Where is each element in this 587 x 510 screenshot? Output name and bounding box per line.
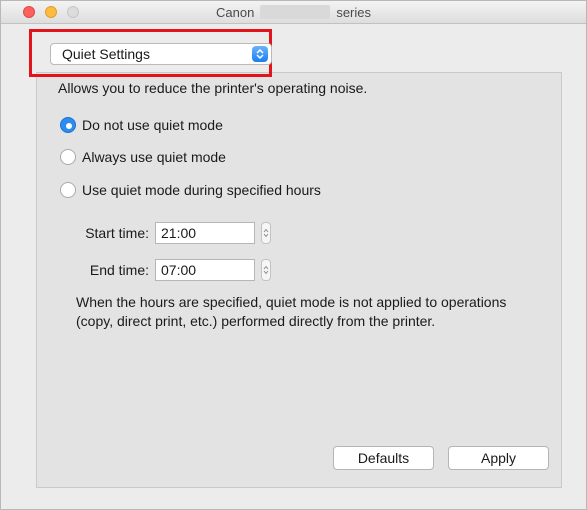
start-time-label: Start time: bbox=[85, 225, 149, 241]
end-time-stepper-icon[interactable] bbox=[261, 259, 271, 281]
radio-label: Do not use quiet mode bbox=[82, 117, 223, 133]
radio-button[interactable] bbox=[60, 149, 76, 165]
window-title: Canon series bbox=[1, 1, 586, 23]
dropdown-selected-label: Quiet Settings bbox=[62, 46, 150, 62]
radio-label: Always use quiet mode bbox=[82, 149, 226, 165]
radio-button[interactable] bbox=[60, 182, 76, 198]
description-text: Allows you to reduce the printer's opera… bbox=[58, 80, 368, 96]
redacted-model-name bbox=[260, 5, 331, 19]
defaults-button[interactable]: Defaults bbox=[333, 446, 434, 470]
updown-chevron-icon[interactable] bbox=[252, 46, 268, 62]
radio-label: Use quiet mode during specified hours bbox=[82, 182, 321, 198]
apply-button[interactable]: Apply bbox=[448, 446, 549, 470]
end-time-label: End time: bbox=[89, 262, 149, 278]
end-time-row: End time: bbox=[66, 259, 271, 281]
end-time-field[interactable] bbox=[155, 259, 255, 281]
start-time-row: Start time: bbox=[66, 222, 271, 244]
start-time-stepper-icon[interactable] bbox=[261, 222, 271, 244]
quiet-mode-note: When the hours are specified, quiet mode… bbox=[76, 294, 507, 329]
title-bar[interactable]: Canon series bbox=[1, 1, 586, 24]
radio-do-not-use-quiet-mode[interactable]: Do not use quiet mode bbox=[60, 117, 223, 133]
radio-always-use-quiet-mode[interactable]: Always use quiet mode bbox=[60, 149, 226, 165]
window-title-brand: Canon bbox=[216, 4, 255, 20]
radio-button-checked[interactable] bbox=[60, 117, 76, 133]
start-time-field[interactable] bbox=[155, 222, 255, 244]
window-title-series: series bbox=[336, 4, 371, 20]
settings-category-dropdown[interactable]: Quiet Settings bbox=[50, 43, 272, 65]
radio-use-quiet-mode-specified-hours[interactable]: Use quiet mode during specified hours bbox=[60, 182, 321, 198]
